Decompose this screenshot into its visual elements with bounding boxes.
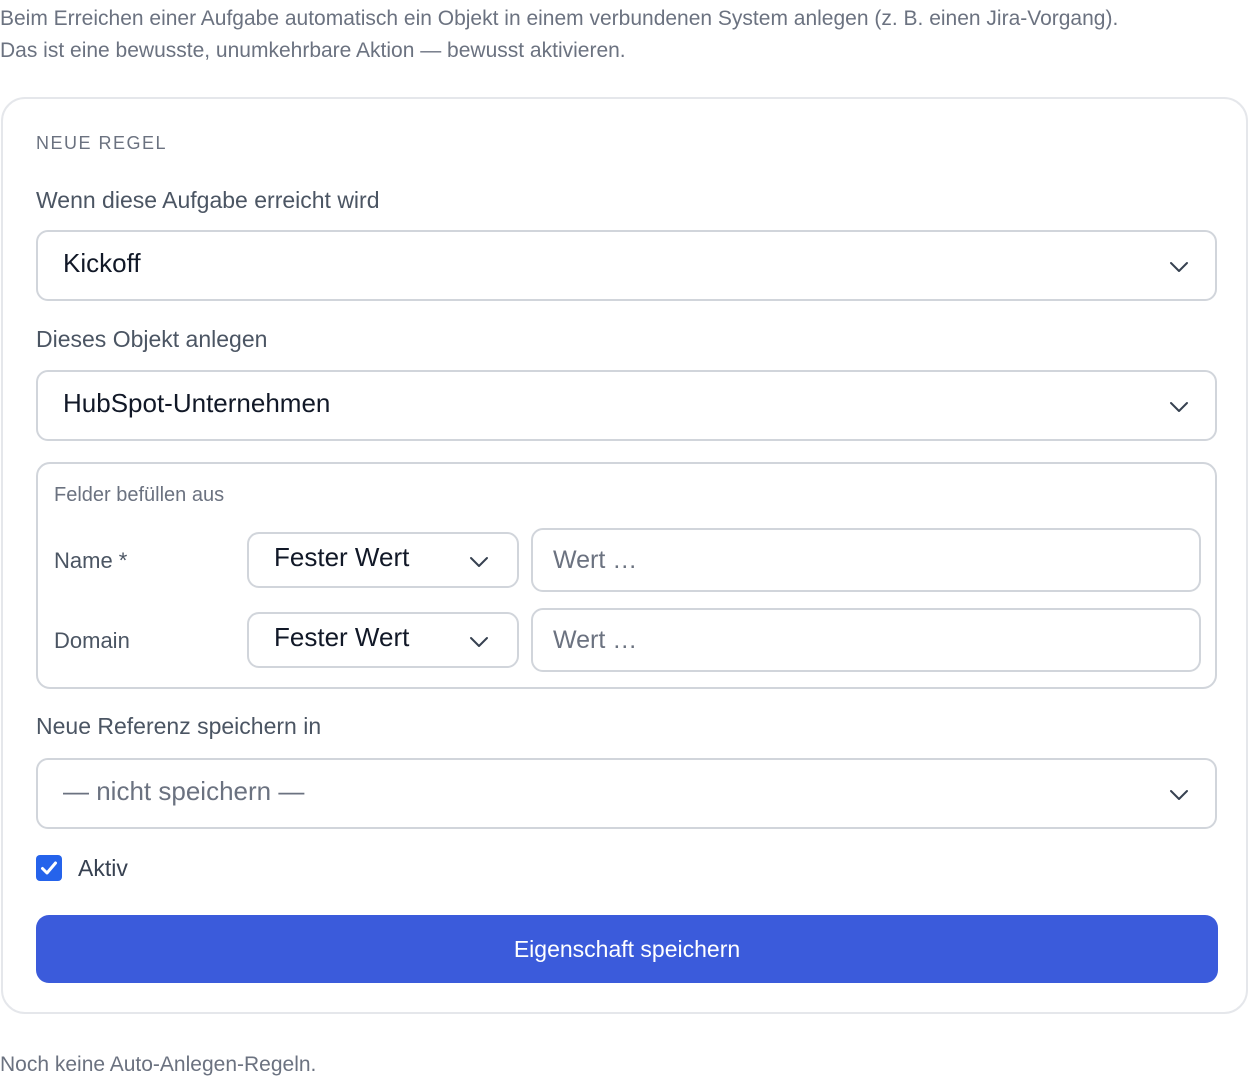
intro-line-1: Beim Erreichen einer Aufgabe automatisch… [0, 7, 1119, 30]
object-select[interactable]: HubSpot-Unternehmen [36, 370, 1217, 441]
active-checkbox-label[interactable]: Aktiv [78, 854, 128, 882]
reference-select-value: — nicht speichern — [63, 776, 305, 806]
trigger-select[interactable]: Kickoff [36, 230, 1217, 301]
mapping-field-name-label: Name * [54, 548, 128, 573]
intro-text: Beim Erreichen einer Aufgabe automatisch… [0, 3, 1118, 67]
field-mapping-title: Felder befüllen aus [54, 484, 225, 506]
mapping-field-domain-label: Domain [54, 628, 130, 653]
empty-state-text: Noch keine Auto-Anlegen-Regeln. [0, 1053, 317, 1076]
field-mapping-box: Felder befüllen aus Name * Fester Wert D… [36, 462, 1217, 689]
mapping-source-value: Fester Wert [274, 622, 410, 652]
save-property-button[interactable]: Eigenschaft speichern [36, 915, 1218, 983]
mapping-source-value: Fester Wert [274, 542, 410, 572]
chevron-down-icon [1170, 262, 1188, 272]
new-rule-card: NEUE REGEL Wenn diese Aufgabe erreicht w… [1, 97, 1248, 1014]
chevron-down-icon [470, 637, 488, 647]
chevron-down-icon [1170, 790, 1188, 800]
intro-line-2: Das ist eine bewusste, unumkehrbare Akti… [0, 39, 626, 62]
mapping-source-select-domain[interactable]: Fester Wert [247, 612, 519, 668]
mapping-value-input-name[interactable] [531, 528, 1201, 592]
object-label: Dieses Objekt anlegen [36, 326, 268, 352]
reference-label: Neue Referenz speichern in [36, 713, 322, 739]
chevron-down-icon [470, 557, 488, 567]
reference-select[interactable]: — nicht speichern — [36, 758, 1217, 829]
trigger-label: Wenn diese Aufgabe erreicht wird [36, 187, 380, 213]
trigger-select-value: Kickoff [63, 248, 141, 278]
chevron-down-icon [1170, 402, 1188, 412]
mapping-source-select-name[interactable]: Fester Wert [247, 532, 519, 588]
section-title: NEUE REGEL [36, 133, 168, 153]
object-select-value: HubSpot-Unternehmen [63, 388, 331, 418]
check-icon [41, 861, 57, 875]
mapping-value-input-domain[interactable] [531, 608, 1201, 672]
active-checkbox[interactable] [36, 855, 62, 881]
